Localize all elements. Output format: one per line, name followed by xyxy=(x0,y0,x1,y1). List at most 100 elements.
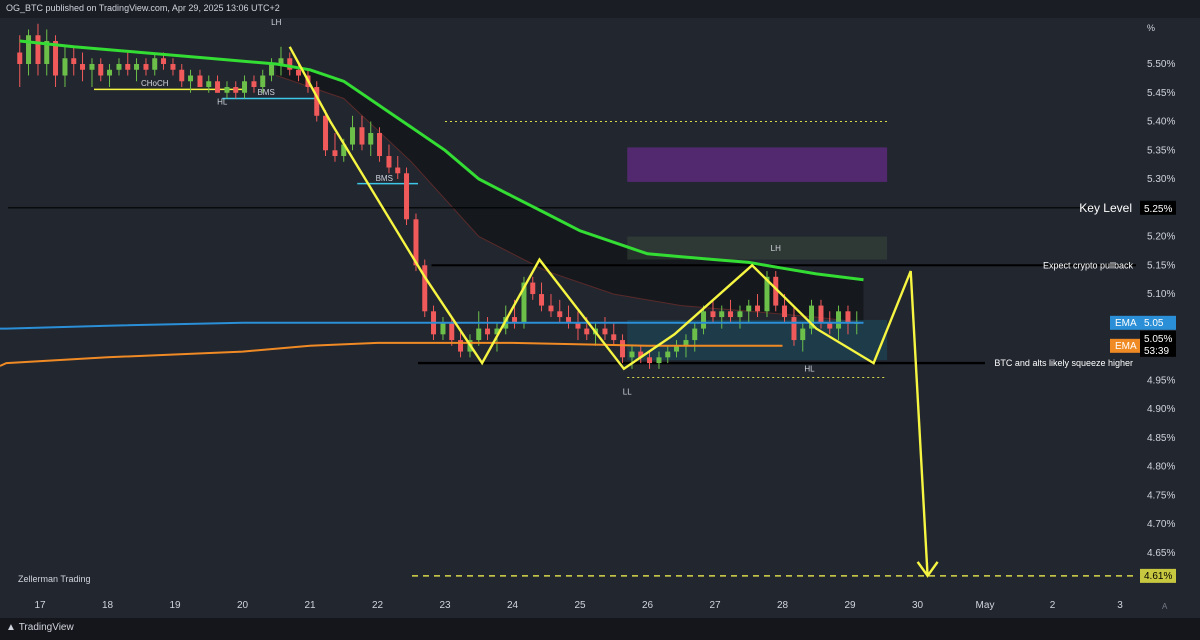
axis-unit-label: % xyxy=(1147,23,1155,33)
label-key-level: Key Level xyxy=(1079,201,1132,215)
label-choch: CHoCH xyxy=(141,79,169,88)
label-squeeze: BTC and alts likely squeeze higher xyxy=(994,358,1133,368)
candle-body xyxy=(791,317,797,341)
candle-body xyxy=(440,322,446,335)
candle-body xyxy=(746,305,752,312)
candle-body xyxy=(269,64,275,76)
candle-body xyxy=(62,58,68,76)
label-hl-2: HL xyxy=(804,365,815,374)
y-tick-label: 4.70% xyxy=(1147,519,1175,530)
key-level-tag: 5.25% xyxy=(1144,204,1172,215)
y-tick-label: 4.65% xyxy=(1147,548,1175,559)
candle-body xyxy=(557,311,563,318)
label-expect-pullback: Expect crypto pullback xyxy=(1043,260,1134,270)
candle-body xyxy=(332,150,338,157)
candle-body xyxy=(17,52,23,65)
x-tick-label: 3 xyxy=(1117,600,1123,611)
label-bms-2: BMS xyxy=(376,174,393,183)
candle-body xyxy=(251,81,257,88)
candle-body xyxy=(296,69,302,76)
candle-body xyxy=(737,311,743,318)
candle-body xyxy=(152,58,158,70)
candle-body xyxy=(242,81,248,93)
candle-body xyxy=(836,311,842,329)
x-tick-label: 30 xyxy=(912,600,924,611)
x-tick-label: 26 xyxy=(642,600,654,611)
candle-body xyxy=(539,294,545,306)
candle-body xyxy=(719,311,725,318)
tradingview-logo: ▲ TradingView xyxy=(6,622,74,633)
candle-body xyxy=(701,311,707,329)
candle-body xyxy=(755,305,761,312)
y-tick-label: 5.20% xyxy=(1147,232,1175,243)
candle-body xyxy=(116,64,122,70)
candle-body xyxy=(215,81,221,93)
candles xyxy=(17,23,860,369)
candle-body xyxy=(179,69,185,82)
candle-body xyxy=(476,328,482,341)
candle-body xyxy=(134,64,140,70)
candle-body xyxy=(71,58,77,65)
last-price-tag: 5.05% xyxy=(1144,334,1172,345)
ema-orange-label: EMA xyxy=(1115,341,1137,352)
countdown-tag: 53:39 xyxy=(1144,346,1169,357)
candle-body xyxy=(710,311,716,318)
chart-root: OG_BTC published on TradingView.com, Apr… xyxy=(0,0,1200,640)
x-tick-label: 24 xyxy=(507,600,519,611)
target-price-tag: 4.61% xyxy=(1144,571,1172,582)
candle-body xyxy=(206,81,212,88)
y-tick-label: 5.15% xyxy=(1147,260,1175,271)
watermark: Zellerman Trading xyxy=(18,574,91,584)
candle-body xyxy=(818,305,824,323)
candle-body xyxy=(188,75,194,82)
label-hl-1: HL xyxy=(217,97,228,106)
ema-blue-price-tag: 5.05 xyxy=(1144,318,1164,329)
label-lh-2: LH xyxy=(771,244,781,253)
candle-body xyxy=(386,156,392,168)
candle-body xyxy=(395,167,401,174)
candle-body xyxy=(530,282,536,295)
candle-body xyxy=(26,35,32,65)
x-tick-label: 23 xyxy=(439,600,451,611)
candle-body xyxy=(845,311,851,323)
y-tick-label: 4.80% xyxy=(1147,462,1175,473)
candle-body xyxy=(800,328,806,341)
candle-body xyxy=(782,305,788,318)
y-tick-label: 5.40% xyxy=(1147,117,1175,128)
candle-body xyxy=(584,328,590,335)
y-tick-label: 5.50% xyxy=(1147,59,1175,70)
candle-body xyxy=(233,87,239,93)
candle-body xyxy=(98,64,104,76)
candle-body xyxy=(125,64,131,70)
x-tick-label: 25 xyxy=(574,600,586,611)
candle-body xyxy=(665,351,671,358)
candle-body xyxy=(611,334,617,341)
candle-body xyxy=(89,64,95,70)
candle-body xyxy=(647,357,653,364)
supply-zone xyxy=(627,147,888,182)
candle-body xyxy=(107,69,113,76)
x-tick-label: 27 xyxy=(709,600,721,611)
y-tick-label: 5.30% xyxy=(1147,174,1175,185)
y-tick-label: 4.95% xyxy=(1147,375,1175,386)
footer-brand: TradingView xyxy=(18,622,74,633)
label-lh-1: LH xyxy=(271,18,281,27)
label-ll: LL xyxy=(623,388,632,397)
auto-scale-icon[interactable]: A xyxy=(1162,602,1168,611)
x-tick-label: 28 xyxy=(777,600,789,611)
candle-body xyxy=(548,305,554,312)
x-tick-label: 21 xyxy=(304,600,316,611)
x-tick-label: 18 xyxy=(102,600,114,611)
candle-body xyxy=(35,35,41,65)
candle-body xyxy=(80,64,86,70)
x-tick-label: 17 xyxy=(34,600,46,611)
y-tick-label: 5.45% xyxy=(1147,88,1175,99)
candle-body xyxy=(602,328,608,335)
label-bms-1: BMS xyxy=(257,88,274,97)
candle-body xyxy=(728,311,734,318)
price-axis[interactable] xyxy=(1140,18,1200,596)
candle-body xyxy=(323,115,329,151)
y-tick-label: 4.85% xyxy=(1147,433,1175,444)
price-chart[interactable]: LH LH HL HL LL CHoCH BMS BMS Key Level Expect cry… xyxy=(0,0,1200,640)
x-tick-label: May xyxy=(976,600,995,611)
